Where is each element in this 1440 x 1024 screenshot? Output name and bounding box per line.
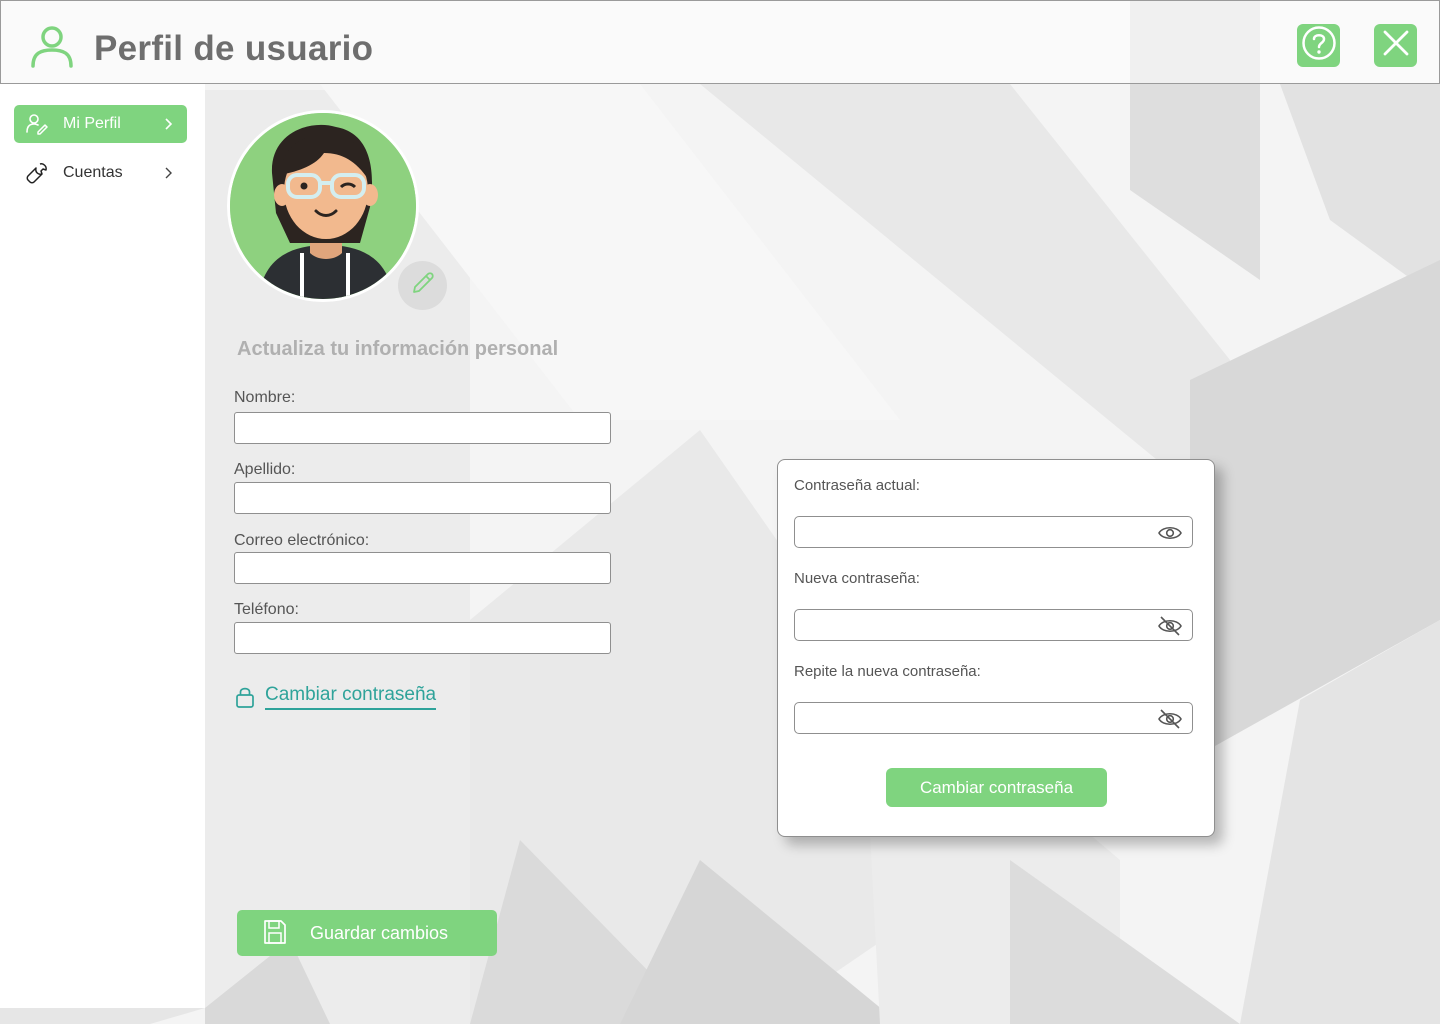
main-content: Actualiza tu información personal Nombre… xyxy=(205,84,1440,1024)
wrench-icon xyxy=(26,162,48,184)
current-password-label: Contraseña actual: xyxy=(794,477,920,494)
chevron-right-icon xyxy=(162,166,174,180)
save-button-label: Guardar cambios xyxy=(310,923,449,943)
eye-off-icon[interactable] xyxy=(1158,616,1182,636)
correo-label: Correo electrónico: xyxy=(234,532,370,549)
apellido-label: Apellido: xyxy=(234,461,296,478)
change-password-link-label[interactable]: Cambiar contraseña xyxy=(265,684,437,710)
sidebar: Mi Perfil Cuentas xyxy=(0,84,205,1008)
current-password-input[interactable] xyxy=(794,516,1193,548)
chevron-right-icon xyxy=(162,117,174,131)
telefono-label: Teléfono: xyxy=(234,601,299,618)
repeat-password-label: Repite la nueva contraseña: xyxy=(794,663,981,680)
repeat-password-input[interactable] xyxy=(794,702,1193,734)
header-bar: Perfil de usuario xyxy=(0,0,1440,84)
section-title: Actualiza tu información personal xyxy=(237,338,559,360)
user-icon xyxy=(29,25,75,69)
pencil-icon xyxy=(410,270,436,301)
lock-icon xyxy=(234,685,256,709)
sidebar-item-label: Cuentas xyxy=(63,164,123,181)
telefono-input[interactable] xyxy=(234,622,611,654)
edit-avatar-button[interactable] xyxy=(398,261,447,310)
correo-input[interactable] xyxy=(234,552,611,584)
eye-off-icon[interactable] xyxy=(1158,709,1182,729)
sidebar-item-mi-perfil[interactable]: Mi Perfil xyxy=(14,105,187,143)
avatar xyxy=(227,110,419,302)
sidebar-item-cuentas[interactable]: Cuentas xyxy=(14,154,187,192)
apellido-input[interactable] xyxy=(234,482,611,514)
save-button[interactable]: Guardar cambios xyxy=(237,910,497,956)
nombre-label: Nombre: xyxy=(234,389,296,406)
page-title: Perfil de usuario xyxy=(94,29,374,68)
password-panel: Contraseña actual: Nueva contraseña: Rep… xyxy=(777,459,1215,837)
close-x-icon xyxy=(1381,28,1411,63)
nombre-input[interactable] xyxy=(234,412,611,444)
eye-icon[interactable] xyxy=(1158,523,1182,543)
change-password-link[interactable]: Cambiar contraseña xyxy=(234,681,437,713)
floppy-disk-icon xyxy=(263,919,287,945)
question-circle-icon xyxy=(1301,25,1337,66)
user-edit-icon xyxy=(26,113,48,135)
sidebar-item-label: Mi Perfil xyxy=(63,115,121,132)
help-button[interactable] xyxy=(1297,24,1340,67)
new-password-label: Nueva contraseña: xyxy=(794,570,920,587)
close-button[interactable] xyxy=(1374,24,1417,67)
change-password-button[interactable]: Cambiar contraseña xyxy=(886,768,1107,807)
new-password-input[interactable] xyxy=(794,609,1193,641)
